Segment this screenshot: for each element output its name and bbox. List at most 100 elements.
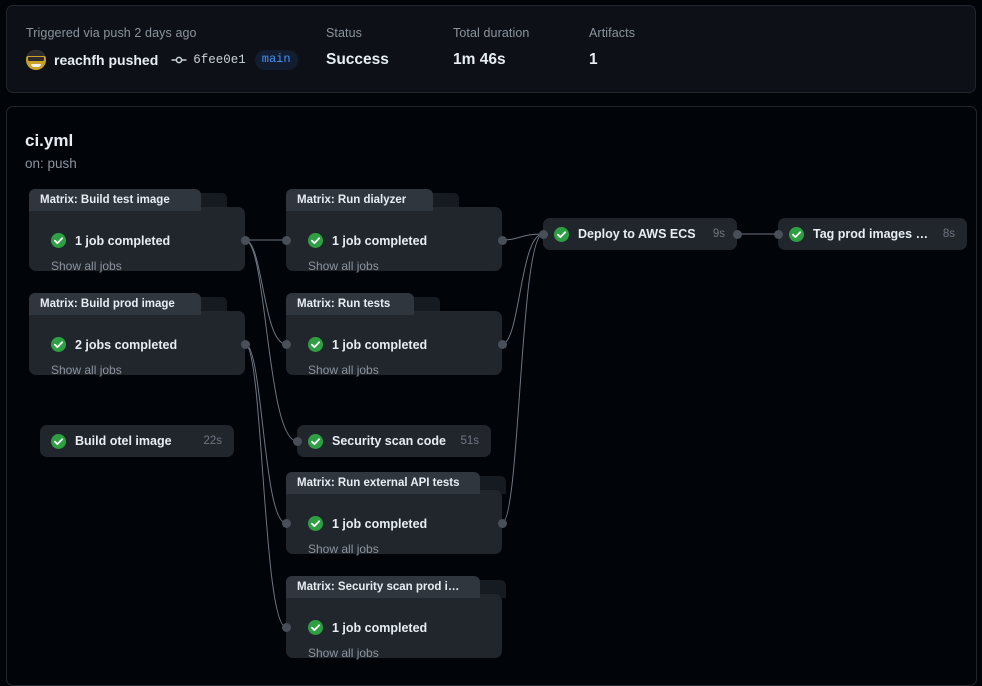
pusher-name[interactable]: reachfh pushed (54, 52, 158, 68)
job-node-security-scan-code[interactable]: Security scan code 51s (297, 425, 491, 457)
node-output-port (732, 229, 742, 239)
graph-edge (244, 239, 287, 345)
job-node-label: Build otel image (75, 434, 172, 448)
matrix-tab[interactable]: Matrix: Run dialyzer (286, 189, 433, 211)
node-output-port (497, 518, 507, 528)
matrix-jobs-row[interactable]: 2 jobs completed (51, 337, 177, 352)
artifacts-count[interactable]: 1 (589, 50, 635, 70)
job-duration: 8s (942, 228, 955, 240)
matrix-node-run-dialyzer[interactable]: Matrix: Run dialyzer 1 job completed Show … (286, 189, 502, 273)
matrix-body: 1 job completed Show all jobs (286, 490, 502, 556)
node-input-port (538, 229, 548, 239)
show-all-jobs-link[interactable]: Show all jobs (51, 363, 122, 377)
matrix-node-run-tests[interactable]: Matrix: Run tests 1 job completed Show all… (286, 293, 502, 377)
matrix-jobs-label: 1 job completed (332, 337, 428, 352)
trigger-label: Triggered via push 2 days ago (26, 26, 197, 40)
run-summary-panel: Triggered via push 2 days ago reachfh pu… (6, 5, 976, 93)
matrix-jobs-row[interactable]: 1 job completed (308, 337, 427, 352)
matrix-tab[interactable]: Matrix: Build test image (29, 189, 201, 211)
node-input-port (773, 229, 783, 239)
job-node-deploy-to-aws-ecs[interactable]: Deploy to AWS ECS 9s (543, 218, 737, 250)
matrix-node-security-scan-prod-images[interactable]: Matrix: Security scan prod ima… 1 job com… (286, 576, 506, 660)
show-all-jobs-link[interactable]: Show all jobs (51, 259, 122, 273)
node-input-port (281, 622, 291, 632)
trigger-row: reachfh pushed 6fee0e1 main (26, 49, 326, 71)
status-success-icon (308, 620, 323, 635)
graph-canvas[interactable]: Matrix: Build test image 1 job completed S… (7, 107, 976, 685)
job-node-label: Tag prod images as latest (813, 227, 929, 241)
job-node-build-otel-image[interactable]: Build otel image 22s (40, 425, 234, 457)
matrix-node-build-test-image[interactable]: Matrix: Build test image 1 job completed S… (29, 189, 245, 273)
matrix-jobs-label: 2 jobs completed (75, 337, 178, 352)
status-success-icon (308, 233, 323, 248)
commit-icon (171, 52, 187, 68)
matrix-tab-label: Matrix: Run dialyzer (297, 194, 407, 206)
matrix-body: 1 job completed Show all jobs (286, 311, 502, 377)
matrix-tab[interactable]: Matrix: Security scan prod ima… (286, 576, 480, 598)
job-duration: 51s (460, 435, 479, 447)
job-node-label: Deploy to AWS ECS (578, 227, 696, 241)
matrix-jobs-row[interactable]: 1 job completed (308, 516, 427, 531)
status-success-icon (308, 337, 323, 352)
status-column: Status Success (326, 25, 453, 71)
matrix-tab-label: Matrix: Run external API tests (297, 477, 460, 489)
matrix-body: 1 job completed Show all jobs (286, 594, 502, 660)
matrix-body: 2 jobs completed Show all jobs (29, 311, 245, 377)
matrix-jobs-row[interactable]: 1 job completed (308, 620, 427, 635)
matrix-jobs-label: 1 job completed (332, 516, 428, 531)
branch-chip[interactable]: main (254, 50, 298, 70)
node-input-port (281, 235, 291, 245)
node-output-port (240, 339, 250, 349)
node-output-port (497, 339, 507, 349)
matrix-jobs-row[interactable]: 1 job completed (308, 233, 427, 248)
matrix-jobs-label: 1 job completed (332, 233, 428, 248)
node-input-port (292, 436, 302, 446)
show-all-jobs-link[interactable]: Show all jobs (308, 646, 379, 660)
duration-value: 1m 46s (453, 51, 506, 68)
node-output-port (240, 235, 250, 245)
duration-column: Total duration 1m 46s (453, 25, 589, 71)
matrix-jobs-label: 1 job completed (332, 620, 428, 635)
artifacts-label: Artifacts (589, 26, 636, 40)
matrix-tab[interactable]: Matrix: Run external API tests (286, 472, 480, 494)
graph-edge (244, 343, 287, 628)
job-duration: 22s (203, 435, 222, 447)
job-node-label: Security scan code (332, 434, 446, 448)
duration-label: Total duration (453, 26, 530, 40)
workflow-graph-panel: ci.yml on: push Matrix: Build test image… (6, 106, 977, 686)
matrix-jobs-row[interactable]: 1 job completed (51, 233, 170, 248)
node-input-port (281, 518, 291, 528)
status-success-icon (51, 433, 66, 449)
status-success-icon (51, 337, 66, 352)
show-all-jobs-link[interactable]: Show all jobs (308, 542, 379, 556)
status-success-icon (51, 233, 66, 248)
matrix-jobs-label: 1 job completed (75, 233, 171, 248)
status-value: Success (326, 51, 389, 68)
node-input-port (281, 339, 291, 349)
artifacts-column: Artifacts 1 (589, 25, 635, 71)
job-duration: 9s (712, 228, 725, 240)
matrix-tab-label: Matrix: Security scan prod ima… (297, 581, 469, 593)
status-label: Status (326, 26, 363, 40)
matrix-tab-label: Matrix: Run tests (297, 298, 391, 310)
matrix-tab[interactable]: Matrix: Run tests (286, 293, 415, 315)
show-all-jobs-link[interactable]: Show all jobs (308, 259, 379, 273)
graph-edge (244, 343, 287, 524)
show-all-jobs-link[interactable]: Show all jobs (308, 363, 379, 377)
matrix-node-build-prod-image[interactable]: Matrix: Build prod image 2 jobs completed… (29, 293, 245, 377)
matrix-tab-label: Matrix: Build prod image (40, 298, 175, 310)
status-success-icon (308, 433, 323, 449)
trigger-column: Triggered via push 2 days ago reachfh pu… (26, 25, 326, 71)
matrix-tab[interactable]: Matrix: Build prod image (29, 293, 201, 315)
status-success-icon (308, 516, 323, 531)
avatar (26, 50, 46, 70)
matrix-body: 1 job completed Show all jobs (286, 207, 502, 273)
graph-edge (501, 233, 544, 345)
commit-hash[interactable]: 6fee0e1 (193, 53, 246, 67)
job-node-tag-prod-images-as-latest[interactable]: Tag prod images as latest 8s (778, 218, 967, 250)
status-success-icon (554, 226, 569, 242)
status-success-icon (789, 226, 804, 242)
matrix-node-run-external-api-tests[interactable]: Matrix: Run external API tests 1 job comp… (286, 472, 506, 556)
matrix-body: 1 job completed Show all jobs (29, 207, 245, 273)
matrix-tab-label: Matrix: Build test image (40, 194, 170, 206)
